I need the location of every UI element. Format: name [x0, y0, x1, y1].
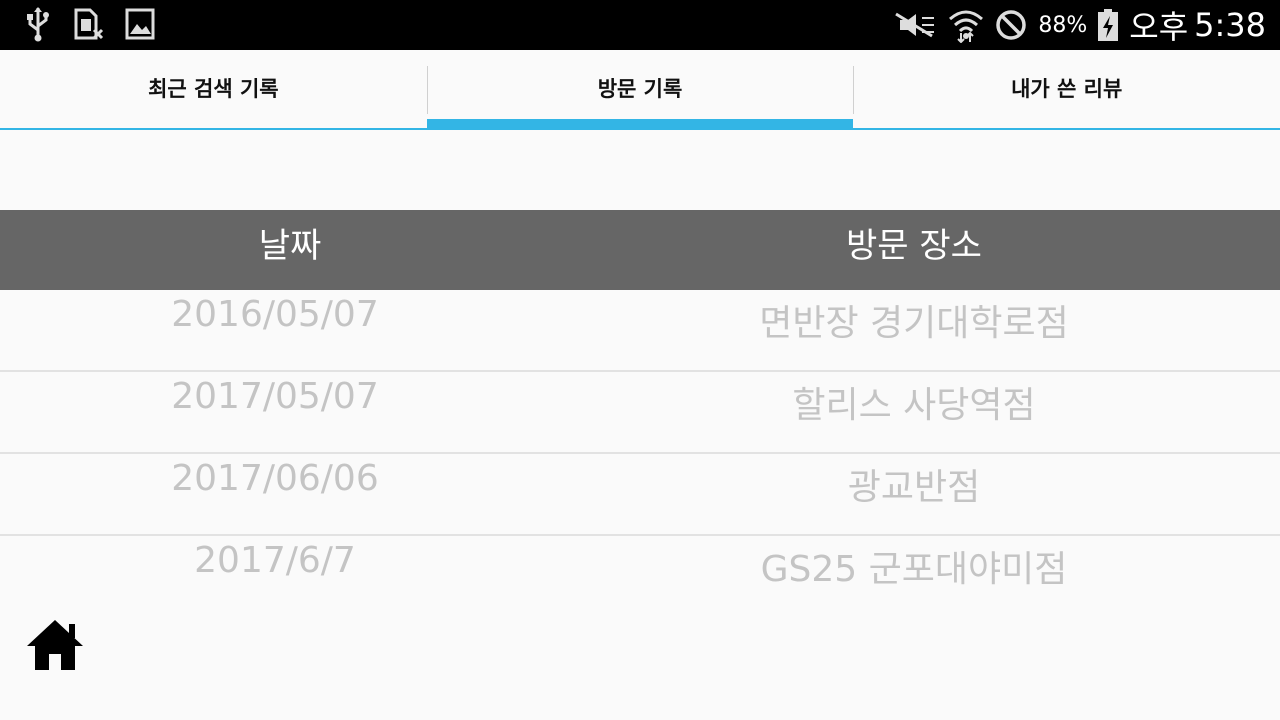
home-icon [26, 620, 84, 676]
visit-date: 2017/06/06 [171, 458, 379, 499]
table-row[interactable]: 2017/6/7 GS25 군포대야미점 [0, 536, 1280, 618]
column-header-place: 방문 장소 [846, 226, 982, 266]
tab-divider [853, 66, 855, 114]
mute-icon [892, 10, 938, 40]
tab-label: 최근 검색 기록 [148, 77, 279, 101]
usb-icon [24, 6, 52, 42]
visit-place: GS25 군포대야미점 [760, 549, 1068, 590]
tab-my-reviews[interactable]: 내가 쓴 리뷰 [853, 50, 1280, 130]
tab-recent-search[interactable]: 최근 검색 기록 [0, 50, 427, 130]
clock-ampm: 오후 [1129, 8, 1189, 46]
tab-label: 방문 기록 [597, 77, 683, 101]
battery-charging-icon [1097, 8, 1119, 42]
tab-indicator [0, 128, 427, 130]
visit-place: 광교반점 [847, 467, 981, 508]
table-row[interactable]: 2016/05/07 면반장 경기대학로점 [0, 290, 1280, 372]
tab-indicator [853, 128, 1280, 130]
tab-label: 내가 쓴 리뷰 [1011, 77, 1123, 101]
sim-card-icon [72, 6, 104, 42]
table-row[interactable]: 2017/06/06 광교반점 [0, 454, 1280, 536]
visit-date: 2016/05/07 [171, 294, 379, 335]
image-icon [124, 6, 156, 42]
tab-visit-history[interactable]: 방문 기록 [426, 50, 854, 130]
notification-icons [24, 6, 156, 42]
wifi-icon [948, 7, 984, 43]
visit-place: 할리스 사당역점 [792, 385, 1036, 426]
visit-place: 면반장 경기대학로점 [759, 303, 1069, 344]
block-icon [994, 8, 1028, 42]
visit-table-header: 날짜 방문 장소 [0, 210, 1280, 290]
clock-time: 5:38 [1194, 6, 1266, 44]
visit-date: 2017/6/7 [194, 540, 356, 581]
visit-table: 2016/05/07 면반장 경기대학로점 2017/05/07 할리스 사당역… [0, 290, 1280, 618]
tab-bar: 최근 검색 기록 방문 기록 내가 쓴 리뷰 [0, 50, 1280, 130]
tab-indicator-active [426, 119, 854, 130]
visit-date: 2017/05/07 [171, 376, 379, 417]
battery-percent: 88% [1038, 12, 1088, 38]
tab-divider [426, 66, 428, 114]
system-status: 88% 오후 5:38 [892, 4, 1266, 46]
column-header-date: 날짜 [258, 226, 322, 266]
home-button[interactable] [26, 618, 84, 672]
status-bar: 88% 오후 5:38 [0, 0, 1280, 50]
table-row[interactable]: 2017/05/07 할리스 사당역점 [0, 372, 1280, 454]
